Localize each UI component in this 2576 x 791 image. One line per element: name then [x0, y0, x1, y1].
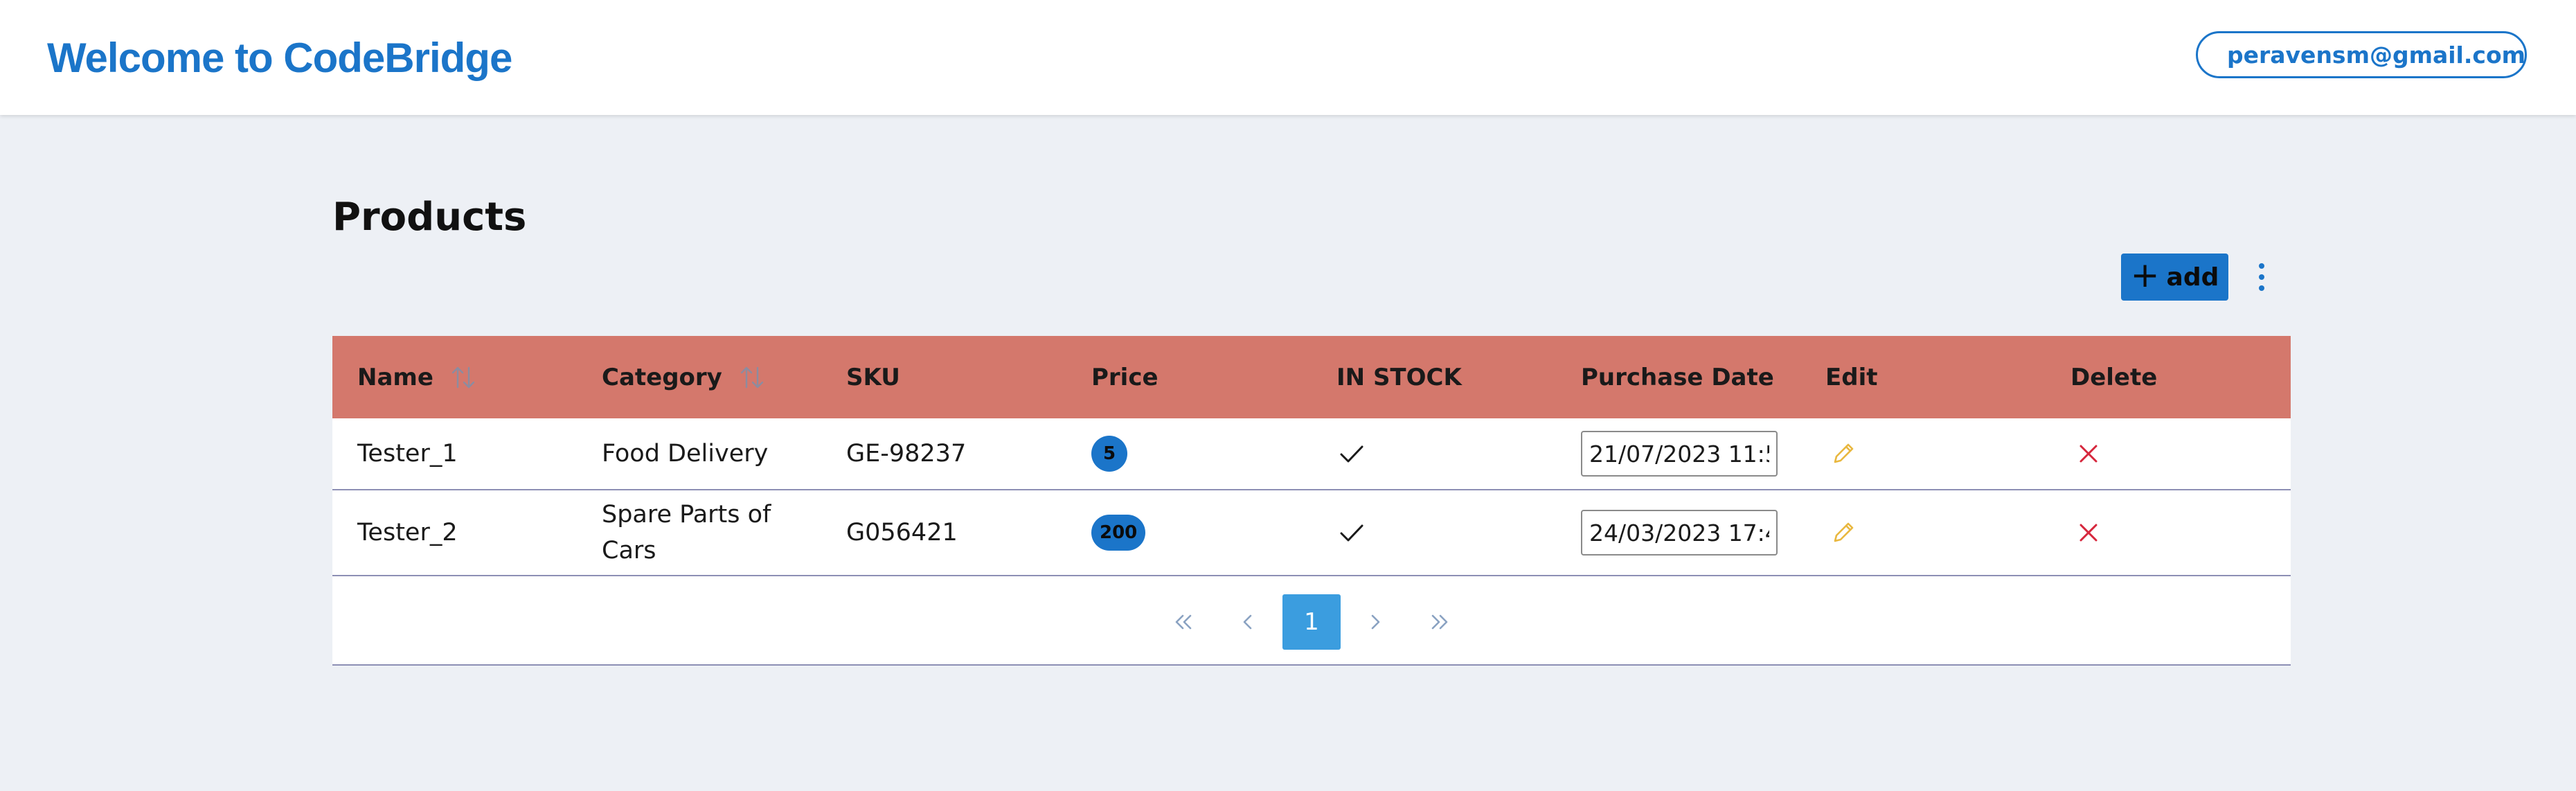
- column-header-edit: Edit: [1825, 363, 1878, 391]
- cell-price: 5: [1091, 418, 1127, 489]
- chevron-left-icon[interactable]: [1220, 594, 1276, 650]
- cell-in-stock: [1336, 490, 1367, 575]
- user-account-button[interactable]: peravensm@gmail.com: [2196, 31, 2527, 78]
- table-row: Tester_1 Food Delivery GE-98237 5: [332, 418, 2291, 490]
- cell-purchase-date: [1581, 490, 1778, 575]
- brand-title[interactable]: Welcome to CodeBridge: [47, 30, 512, 86]
- double-chevron-right-icon[interactable]: [1412, 594, 1467, 650]
- plus-icon: +: [2130, 255, 2160, 295]
- close-icon[interactable]: [2070, 515, 2107, 551]
- cell-sku: GE-98237: [846, 440, 967, 468]
- table-header-row: Name Category SKU Price IN STOCK Purchas…: [332, 336, 2291, 418]
- user-email: peravensm@gmail.com: [2227, 41, 2526, 69]
- price-badge: 200: [1091, 515, 1146, 551]
- cell-name: Tester_2: [357, 519, 458, 546]
- cell-category: Food Delivery: [602, 440, 769, 468]
- purchase-date-input[interactable]: [1581, 510, 1778, 556]
- check-icon: [1340, 445, 1363, 463]
- column-header-delete: Delete: [2070, 363, 2158, 391]
- kebab-menu-icon[interactable]: [2249, 255, 2274, 299]
- column-header-sku: SKU: [846, 363, 900, 391]
- column-header-purchase-date: Purchase Date: [1581, 363, 1774, 391]
- column-header-in-stock: IN STOCK: [1336, 363, 1462, 391]
- top-navbar: Welcome to CodeBridge peravensm@gmail.co…: [0, 0, 2576, 115]
- sort-icon[interactable]: [449, 364, 478, 391]
- cell-name: Tester_1: [357, 440, 458, 468]
- cell-delete: [2070, 490, 2107, 575]
- purchase-date-input[interactable]: [1581, 431, 1778, 477]
- column-header-name[interactable]: Name: [357, 336, 478, 418]
- cell-edit: [1825, 418, 1861, 489]
- pencil-icon[interactable]: [1825, 436, 1861, 472]
- table-row: Tester_2 Spare Parts of Cars G056421 200: [332, 490, 2291, 576]
- close-icon[interactable]: [2070, 436, 2107, 472]
- cell-category: Spare Parts of Cars: [602, 501, 771, 565]
- page-title: Products: [332, 195, 527, 240]
- products-table: Name Category SKU Price IN STOCK Purchas…: [332, 336, 2291, 666]
- cell-price: 200: [1091, 490, 1146, 575]
- cell-purchase-date: [1581, 418, 1778, 489]
- pagination: 1: [332, 576, 2291, 666]
- double-chevron-left-icon[interactable]: [1156, 594, 1211, 650]
- check-icon: [1340, 524, 1363, 542]
- pencil-icon[interactable]: [1825, 515, 1861, 551]
- cell-edit: [1825, 490, 1861, 575]
- price-badge: 5: [1091, 436, 1127, 472]
- add-button-label: add: [2166, 263, 2219, 292]
- column-header-price: Price: [1091, 363, 1159, 391]
- column-header-category[interactable]: Category: [602, 336, 767, 418]
- cell-sku: G056421: [846, 519, 958, 546]
- chevron-right-icon[interactable]: [1348, 594, 1403, 650]
- page-button-current[interactable]: 1: [1282, 594, 1341, 650]
- sort-icon[interactable]: [737, 364, 767, 391]
- add-product-button[interactable]: + add: [2121, 254, 2228, 301]
- cell-delete: [2070, 418, 2107, 489]
- cell-in-stock: [1336, 418, 1367, 489]
